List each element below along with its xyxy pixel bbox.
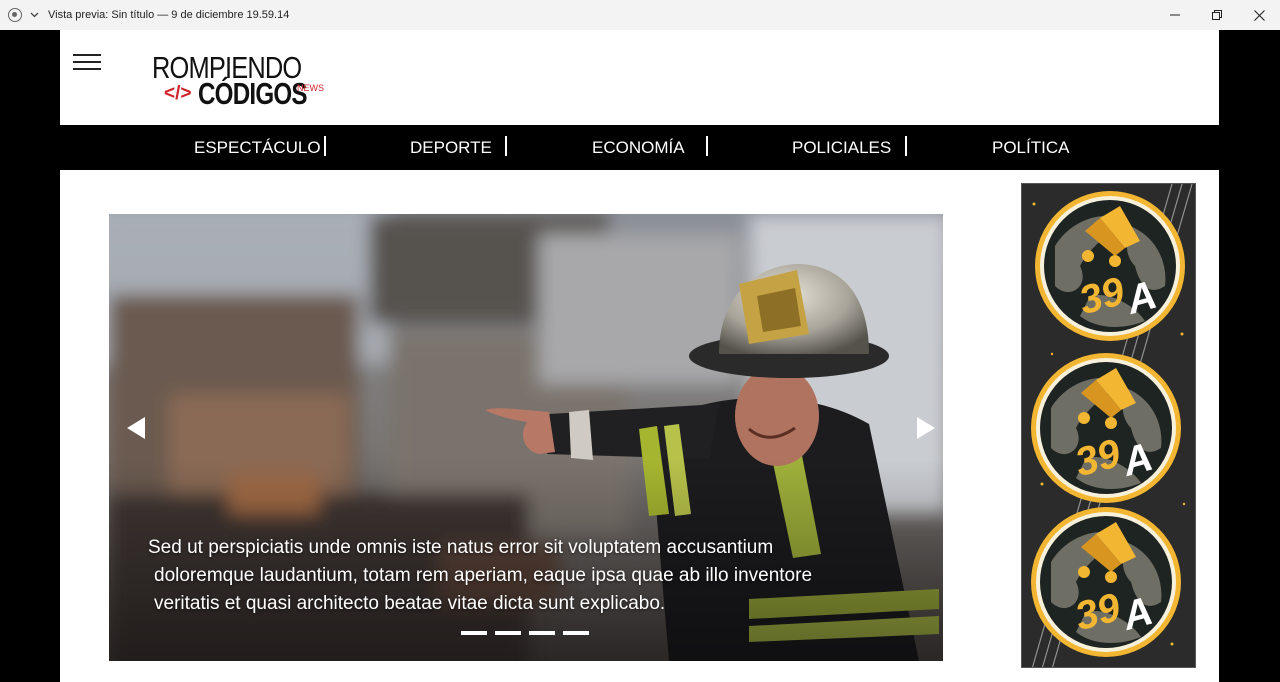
nav-item-deporte[interactable]: DEPORTE — [410, 125, 492, 170]
restore-button[interactable] — [1196, 0, 1238, 30]
news-carousel[interactable]: Sed ut perspiciatis unde omnis iste natu… — [109, 214, 943, 661]
minimize-button[interactable] — [1154, 0, 1196, 30]
caption-line1: Sed ut perspiciatis unde omnis iste natu… — [148, 537, 774, 558]
triangle-right-icon[interactable] — [915, 415, 937, 441]
chevron-down-icon[interactable] — [28, 9, 40, 21]
nav-item-policiales[interactable]: POLICIALES — [792, 125, 891, 170]
restore-icon — [1212, 10, 1222, 20]
close-icon — [1253, 9, 1265, 21]
carousel-caption: Sed ut perspiciatis unde omnis iste natu… — [148, 534, 908, 618]
nav-item-politica[interactable]: POLÍTICA — [992, 125, 1069, 170]
main-nav: ESPECTÁCULO DEPORTE ECONOMÍA POLICIALES … — [60, 125, 1219, 170]
nav-separator — [706, 136, 708, 156]
window-title: Vista previa: Sin título — 9 de diciembr… — [48, 9, 290, 21]
window-titlebar: Vista previa: Sin título — 9 de diciembr… — [0, 0, 1280, 30]
close-button[interactable] — [1238, 0, 1280, 30]
preview-app-icon[interactable] — [8, 8, 22, 22]
carousel-indicator[interactable] — [529, 631, 555, 635]
hamburger-menu-icon[interactable] — [73, 52, 101, 72]
carousel-indicator[interactable] — [461, 631, 487, 635]
caption-line2: doloremque laudantium, totam rem aperiam… — [154, 565, 813, 586]
minimize-icon — [1170, 14, 1180, 16]
sidebar-ad-banner[interactable]: 39 A — [1021, 183, 1196, 668]
triangle-left-icon[interactable] — [125, 415, 147, 441]
nav-item-espectaculo[interactable]: ESPECTÁCULO — [194, 125, 321, 170]
nav-item-economia[interactable]: ECONOMÍA — [592, 125, 685, 170]
logo-news-tag: NEWS — [297, 83, 324, 93]
site-logo[interactable]: ROMPIENDO </> CÓDIGOS NEWS — [152, 50, 342, 112]
nav-separator — [324, 136, 326, 156]
carousel-indicator[interactable] — [495, 631, 521, 635]
carousel-indicators — [461, 631, 589, 635]
carousel-indicator[interactable] — [563, 631, 589, 635]
nav-separator — [905, 136, 907, 156]
web-page: ROMPIENDO </> CÓDIGOS NEWS ESPECTÁCULO D… — [60, 30, 1219, 682]
code-symbol-icon: </> — [164, 83, 192, 104]
ad-graphic: 39 A — [1022, 184, 1195, 667]
logo-line2: CÓDIGOS — [198, 76, 308, 111]
caption-line3: veritatis et quasi architecto beatae vit… — [154, 593, 666, 614]
site-header: ROMPIENDO </> CÓDIGOS NEWS — [60, 30, 1219, 125]
nav-separator — [505, 136, 507, 156]
